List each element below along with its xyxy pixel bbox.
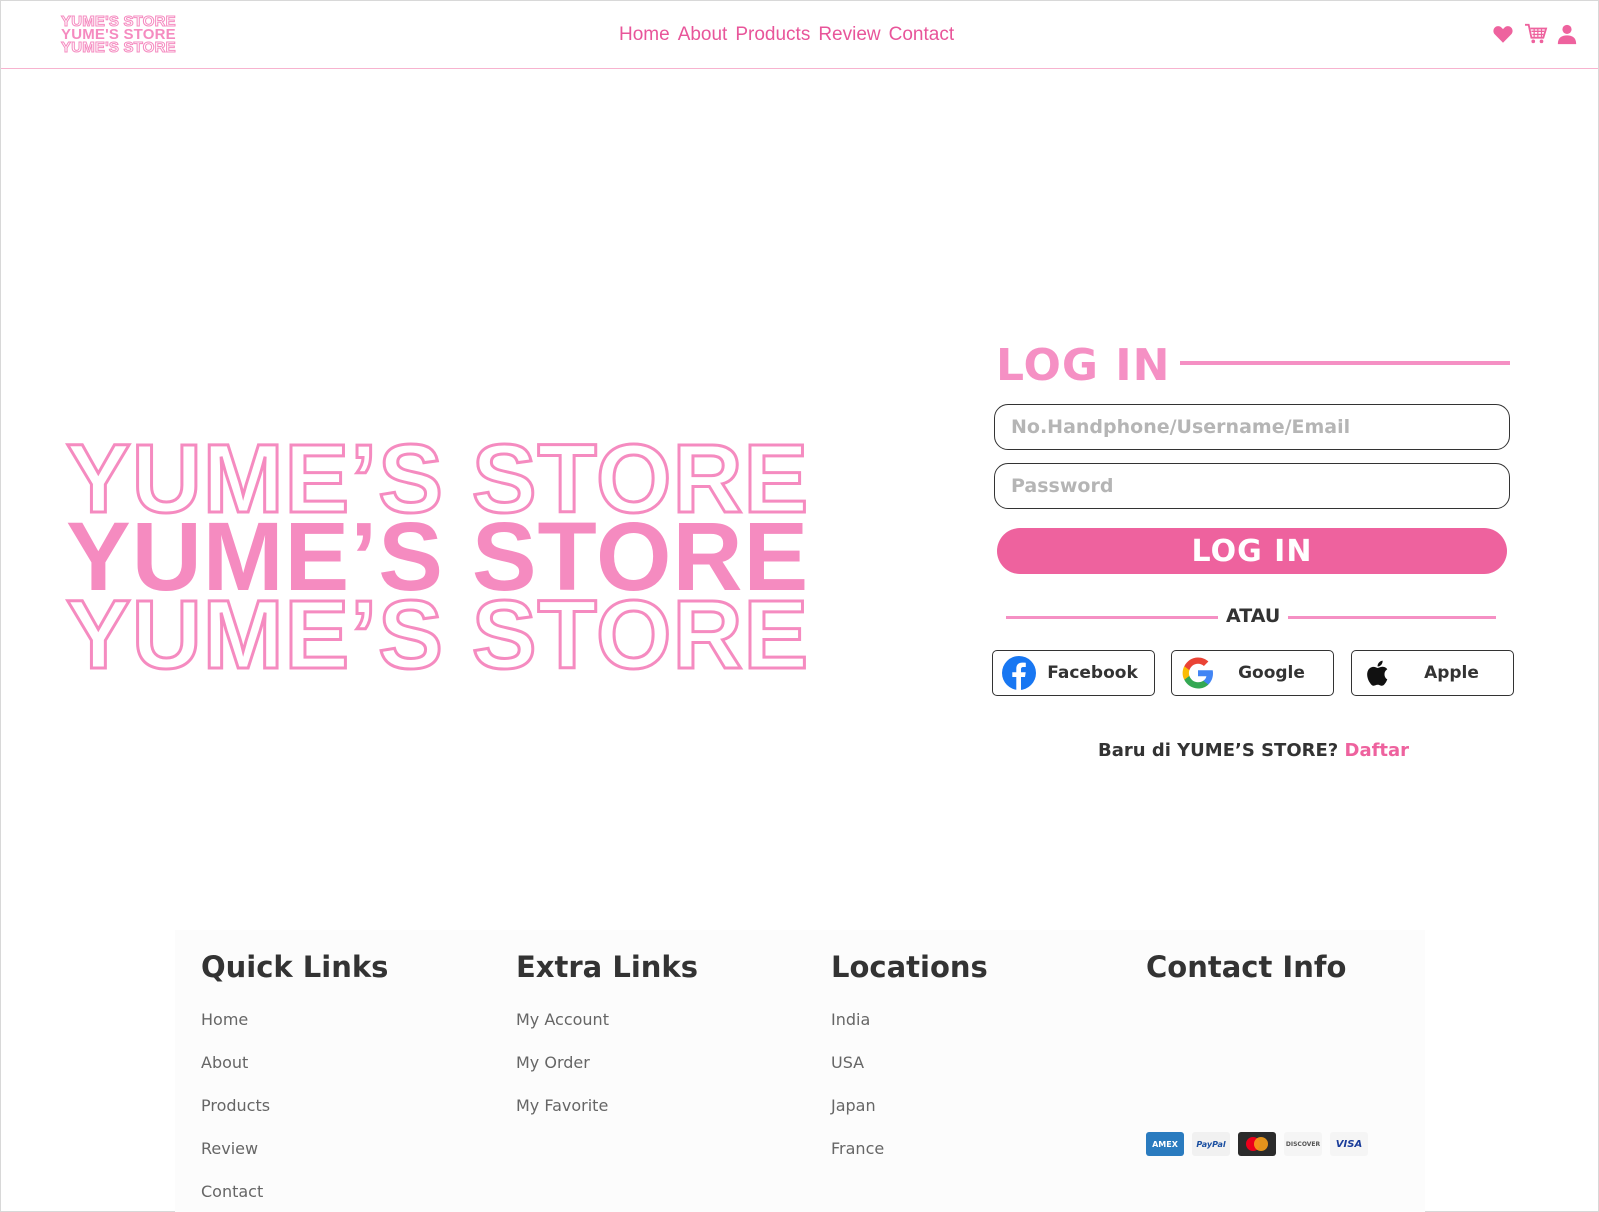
footer-link-about[interactable]: About: [201, 1041, 388, 1084]
payment-methods: AMEX PayPal DISCOVER VISA: [1146, 1132, 1368, 1156]
apple-icon: [1360, 655, 1396, 691]
username-input[interactable]: [994, 404, 1510, 450]
facebook-login-button[interactable]: Facebook: [992, 650, 1155, 696]
footer-link-my-order[interactable]: My Order: [516, 1041, 698, 1084]
location-japan[interactable]: Japan: [831, 1084, 988, 1127]
divider-line-right: [1288, 616, 1496, 619]
contact-info-title: Contact Info: [1146, 950, 1347, 984]
login-button[interactable]: LOG IN: [997, 528, 1507, 574]
visa-icon: VISA: [1330, 1132, 1368, 1156]
apple-label: Apple: [1424, 663, 1479, 683]
login-heading: LOG IN: [996, 340, 1510, 391]
logo-line-3: YUME'S STORE: [61, 39, 177, 56]
signup-prompt: Baru di YUME’S STORE? Daftar: [1098, 740, 1409, 761]
footer-quick-links: Quick Links Home About Products Review C…: [201, 950, 388, 1212]
nav-review[interactable]: Review: [818, 24, 880, 46]
login-title: LOG IN: [996, 340, 1171, 391]
mastercard-icon: [1238, 1132, 1276, 1156]
divider-line-left: [1006, 616, 1218, 619]
google-label: Google: [1238, 663, 1305, 683]
footer-link-my-favorite[interactable]: My Favorite: [516, 1084, 698, 1127]
google-icon: [1180, 655, 1216, 691]
paypal-icon: PayPal: [1192, 1132, 1230, 1156]
divider-text: ATAU: [1226, 605, 1281, 627]
discover-icon: DISCOVER: [1284, 1132, 1322, 1156]
signup-link[interactable]: Daftar: [1345, 740, 1410, 761]
signup-prompt-text: Baru di YUME’S STORE?: [1098, 740, 1339, 761]
footer-link-home[interactable]: Home: [201, 998, 388, 1041]
footer-link-my-account[interactable]: My Account: [516, 998, 698, 1041]
extra-links-title: Extra Links: [516, 950, 698, 984]
password-input[interactable]: [994, 463, 1510, 509]
quick-links-title: Quick Links: [201, 950, 389, 984]
nav-contact[interactable]: Contact: [889, 24, 954, 46]
footer-extra-links: Extra Links My Account My Order My Favor…: [516, 950, 698, 1127]
nav-home[interactable]: Home: [619, 24, 670, 46]
footer: Quick Links Home About Products Review C…: [175, 930, 1425, 1212]
main-nav: Home About Products Review Contact: [619, 24, 954, 46]
footer-link-review[interactable]: Review: [201, 1127, 388, 1170]
footer-contact-info: Contact Info: [1146, 950, 1346, 998]
cart-icon[interactable]: [1524, 23, 1548, 45]
amex-icon: AMEX: [1146, 1132, 1184, 1156]
location-india[interactable]: India: [831, 998, 988, 1041]
heart-icon[interactable]: [1492, 23, 1514, 45]
or-divider: ATAU: [1006, 604, 1496, 630]
user-icon[interactable]: [1556, 23, 1578, 45]
nav-products[interactable]: Products: [735, 24, 810, 46]
logo[interactable]: YUME'S STORE YUME'S STORE YUME'S STORE: [61, 14, 197, 57]
header-icons: [1492, 23, 1578, 45]
footer-locations: Locations India USA Japan France: [831, 950, 988, 1170]
facebook-label: Facebook: [1047, 663, 1138, 683]
location-france[interactable]: France: [831, 1127, 988, 1170]
facebook-icon: [1001, 655, 1037, 691]
footer-link-products[interactable]: Products: [201, 1084, 388, 1127]
google-login-button[interactable]: Google: [1171, 650, 1334, 696]
location-usa[interactable]: USA: [831, 1041, 988, 1084]
hero-brand-text: YUME’S STORE YUME’S STORE YUME’S STORE: [65, 429, 876, 689]
apple-login-button[interactable]: Apple: [1351, 650, 1514, 696]
footer-link-contact[interactable]: Contact: [201, 1170, 388, 1212]
header: YUME'S STORE YUME'S STORE YUME'S STORE H…: [1, 1, 1598, 69]
locations-title: Locations: [831, 950, 988, 984]
nav-about[interactable]: About: [678, 24, 728, 46]
hero-line-3: YUME’S STORE: [65, 580, 810, 689]
login-title-rule: [1180, 361, 1510, 365]
